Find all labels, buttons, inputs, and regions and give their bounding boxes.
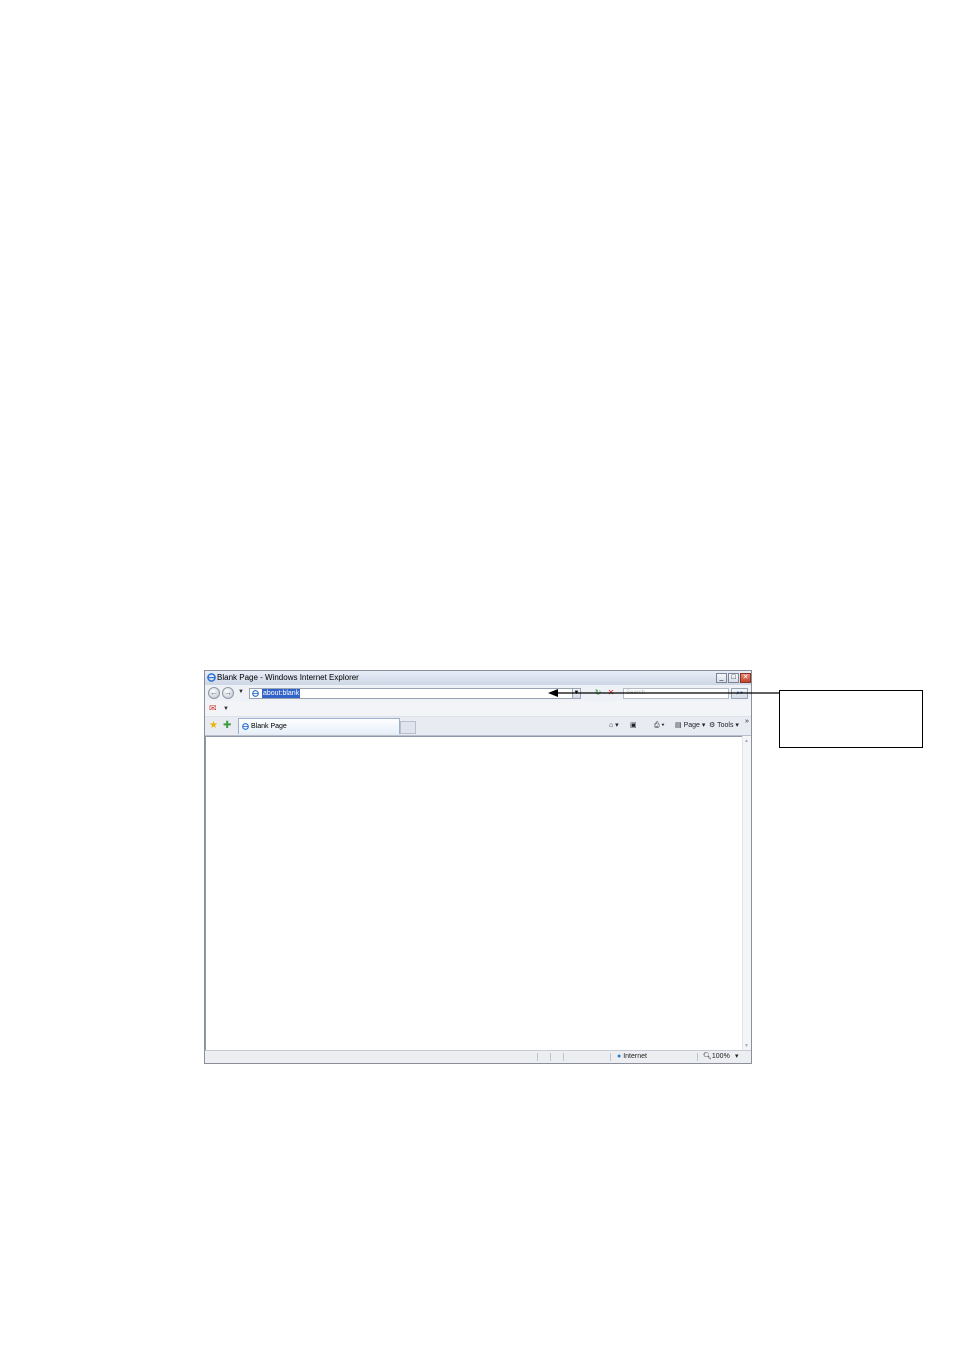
forward-arrow-icon: →	[224, 688, 232, 697]
status-divider	[537, 1053, 538, 1061]
minimize-button[interactable]: _	[716, 673, 727, 683]
printer-icon: ⎙	[654, 722, 660, 729]
home-button[interactable]: ⌂ ▾	[609, 721, 619, 731]
search-icon: ⌕▾	[736, 690, 743, 697]
extra-toolbar: ✉ ▼	[205, 701, 751, 717]
stop-button[interactable]: ✕	[606, 688, 616, 698]
zoom-level: 100%	[711, 1053, 730, 1060]
address-value: about:blank	[262, 689, 301, 698]
favorites-star-icon[interactable]: ★	[209, 720, 218, 731]
zoom-dropdown-icon[interactable]: ▾	[735, 1052, 739, 1062]
tab-row: ★ ✚ Blank Page ⌂ ▾ ▣ ⎙ ▾ ▤ Page ▾ ⚙ Tool…	[205, 717, 751, 736]
minimize-icon: _	[719, 674, 724, 681]
title-bar: Blank Page - Windows Internet Explorer _…	[205, 671, 751, 685]
security-zone[interactable]: ● Internet	[617, 1052, 647, 1062]
callout-box	[779, 690, 923, 748]
print-button[interactable]: ⎙ ▾	[654, 721, 665, 731]
address-dropdown-button[interactable]: ▼	[572, 688, 581, 699]
status-divider	[550, 1053, 551, 1061]
page-menu-icon: ▤	[675, 722, 682, 729]
add-favorites-icon[interactable]: ✚	[223, 720, 231, 731]
zoom-control[interactable]: 🔍︎100%	[703, 1052, 730, 1062]
new-tab-button[interactable]	[400, 721, 416, 734]
browser-window: Blank Page - Windows Internet Explorer _…	[204, 670, 752, 1064]
address-input[interactable]: about:blank ▼	[249, 688, 581, 699]
status-divider	[610, 1053, 611, 1061]
rss-feed-icon: ▣	[630, 722, 637, 729]
page-content-area[interactable]	[205, 736, 743, 1051]
page-icon	[252, 690, 259, 697]
close-button[interactable]: ✕	[740, 673, 751, 683]
home-icon: ⌂	[609, 722, 614, 729]
back-button[interactable]: ←	[208, 687, 220, 699]
globe-icon: ●	[617, 1053, 622, 1060]
close-icon: ✕	[742, 674, 749, 681]
zoom-magnifier-icon: 🔍︎	[703, 1053, 712, 1060]
search-placeholder: Search	[626, 690, 646, 696]
maximize-button[interactable]: □	[728, 673, 739, 683]
tab-blank-page[interactable]: Blank Page	[238, 718, 400, 734]
tools-menu-button[interactable]: ⚙ Tools ▾	[709, 721, 739, 731]
toolbar-addon-icon[interactable]: ✉	[209, 703, 217, 714]
address-toolbar: ← → ▼ about:blank ▼ ↻ ✕ Search ⌕▾	[205, 685, 751, 701]
refresh-button[interactable]: ↻	[593, 688, 603, 698]
stop-icon: ✕	[607, 688, 615, 697]
maximize-icon: □	[731, 674, 736, 681]
back-arrow-icon: ←	[210, 688, 218, 697]
more-commands-button[interactable]: »	[745, 717, 749, 727]
tools-menu-label: Tools	[717, 722, 734, 729]
chevron-down-icon: ▼	[573, 690, 580, 696]
forward-button[interactable]: →	[222, 687, 234, 699]
search-button[interactable]: ⌕▾	[731, 688, 748, 699]
page-icon	[242, 723, 249, 730]
recent-pages-dropdown-icon[interactable]: ▼	[238, 689, 244, 695]
ie-logo-icon	[207, 673, 216, 682]
page-menu-button[interactable]: ▤ Page ▾	[675, 721, 705, 731]
scroll-down-arrow-icon[interactable]: ▼	[743, 1042, 750, 1050]
status-divider	[697, 1053, 698, 1061]
page-menu-label: Page	[683, 722, 700, 729]
refresh-icon: ↻	[594, 688, 602, 697]
vertical-scrollbar[interactable]: ▲ ▼	[742, 736, 751, 1051]
status-divider	[563, 1053, 564, 1061]
feeds-button[interactable]: ▣	[630, 721, 637, 731]
gear-icon: ⚙	[709, 722, 716, 729]
toolbar-addon-dropdown-icon[interactable]: ▼	[223, 706, 229, 712]
window-title: Blank Page - Windows Internet Explorer	[217, 673, 359, 682]
search-input[interactable]: Search	[623, 688, 729, 699]
zone-label: Internet	[623, 1053, 647, 1060]
status-bar: ● Internet 🔍︎100% ▾	[205, 1050, 751, 1063]
tab-label: Blank Page	[251, 723, 287, 730]
scroll-up-arrow-icon[interactable]: ▲	[743, 737, 750, 745]
